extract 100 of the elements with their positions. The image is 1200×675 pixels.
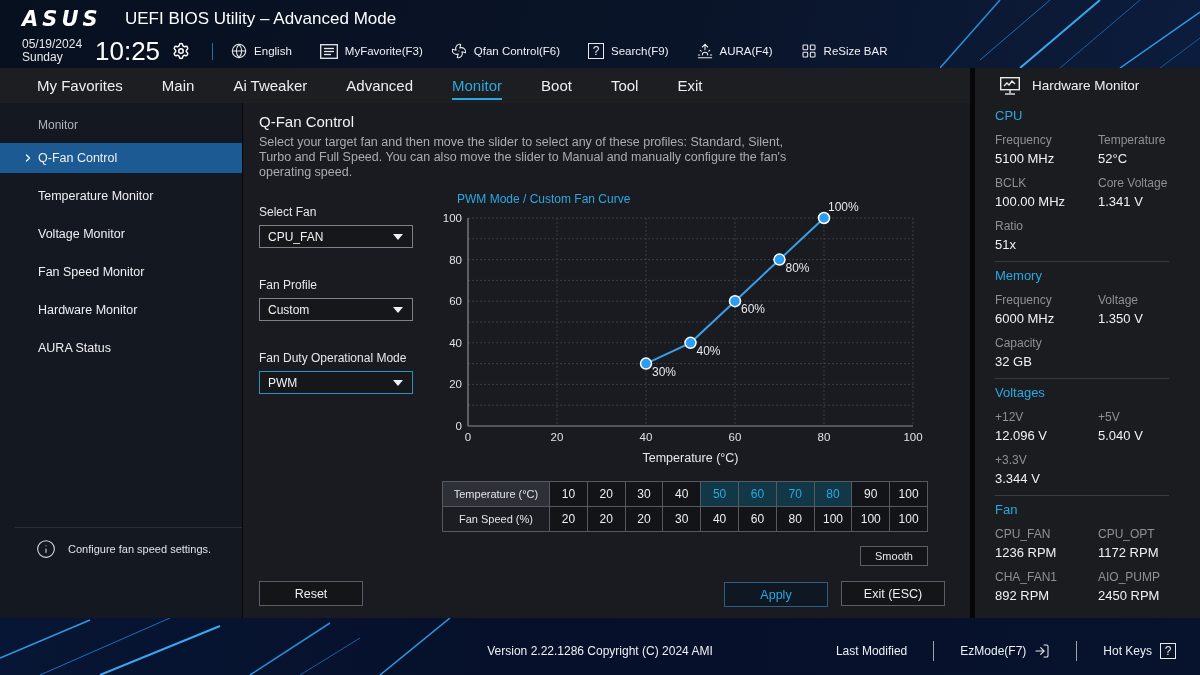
axis-tick-label: 100 [903,431,923,443]
stat-label: +3.3V [995,453,1028,467]
stat-label: Frequency [995,133,1053,147]
curve-point[interactable] [639,357,653,370]
stat-value: 1236 RPM [995,545,1058,561]
smooth-button[interactable]: Smooth [860,546,928,566]
axis-tick-label: 40 [449,336,462,349]
sidebar-item[interactable]: Voltage Monitor [0,219,242,249]
axis-title: Temperature (°C) [642,451,739,465]
axis-tick-label: 20 [550,431,564,443]
chart-title: PWM Mode / Custom Fan Curve [457,192,631,206]
field-label: Fan Duty Operational Mode [259,351,408,365]
menu-tab[interactable]: My Favorites [37,73,123,100]
sidebar-item[interactable]: AURA Status [0,333,242,363]
toolbar-button[interactable]: Qfan Control(F6) [450,43,561,59]
help-icon: ? [1160,642,1176,659]
toolbar-button[interactable]: MyFavorite(F3) [319,43,423,59]
stat-label: CPU_OPT [1098,527,1156,541]
curve-point[interactable] [728,294,742,308]
brand-logo: ASUS [22,9,100,29]
help-icon: ? [588,43,605,59]
footer-button[interactable]: Hot Keys ? [1103,642,1176,659]
table-cell: 80 [814,481,852,507]
toolbar-button[interactable]: AURA(F4) [696,43,773,59]
stat-value: 2450 RPM [1098,588,1161,604]
page-description: Select your target fan and then move the slider to select any of these profiles: Standard, Silent, Turbo and Full Speed. You can also move the slider to Manual and manually configure the fan's operating speed. [259,135,788,180]
menu-tab[interactable]: Main [161,73,195,100]
caret-icon [393,306,403,313]
dropdown[interactable]: CPU_FAN [259,225,413,248]
axis-tick-label: 0 [464,431,472,443]
curve-point[interactable] [684,336,697,350]
page-title: Q-Fan Control [259,113,356,131]
sidebar-item[interactable]: Fan Speed Monitor [0,257,242,287]
stat-value: 52°C [1098,151,1129,167]
dropdown[interactable]: Custom [259,298,413,321]
bios-title: UEFI BIOS Utility – Advanced Mode [125,9,397,29]
point-label: 40% [696,343,721,358]
field-label: Select Fan [259,205,318,219]
dropdown[interactable]: PWM [259,371,413,394]
row-header: Fan Speed (%) [442,506,550,532]
toolbar-button[interactable]: ReSize BAR [800,43,888,59]
stat-label: CHA_FAN1 [995,570,1059,584]
point-label: 60% [741,302,766,317]
clock-time: 10:25 [95,37,161,65]
apply-button[interactable]: Apply [724,582,828,607]
stat-value: 32 GB [995,354,1033,370]
sidebar-item[interactable]: Hardware Monitor [0,295,242,325]
toolbar-button[interactable]: ? Search(F9) [588,43,669,59]
help-text: Configure fan speed settings. [68,542,212,557]
table-cell: 30 [625,481,663,507]
version-text: Version 2.22.1286 Copyright (C) 2024 AMI [487,643,713,658]
curve-point[interactable] [773,253,786,266]
monitor-chart-icon [1000,76,1020,95]
stat-label: Voltage [1098,293,1140,307]
axis-tick-label: 40 [639,431,653,443]
table-cell: 70 [776,481,815,507]
grid-icon [800,43,817,59]
panel-title: Hardware Monitor [1032,78,1140,93]
menu-tab[interactable]: Monitor [452,73,503,100]
settings-icon[interactable] [172,42,191,60]
table-cell: 20 [587,481,626,507]
menu-tab[interactable]: Boot [541,73,572,100]
toolbar-button[interactable]: English [231,43,292,59]
footer-button[interactable]: Last Modified [835,643,908,658]
stat-label: Frequency [995,293,1053,307]
menu-tab[interactable]: Advanced [346,73,414,100]
table-cell: 10 [549,481,588,507]
axis-tick-label: 80 [817,431,831,443]
table-cell: 40 [662,481,701,507]
table-cell: 90 [851,481,890,507]
list-card-icon [319,43,338,59]
stat-value: 892 RPM [995,588,1051,604]
sidebar-item[interactable]: Temperature Monitor [0,181,242,211]
menu-tab[interactable]: Exit [677,73,703,100]
exit-button[interactable]: Exit (ESC) [841,581,945,606]
stat-label: +5V [1098,410,1121,424]
menu-tab[interactable]: Ai Tweaker [233,73,308,100]
globe-icon [231,43,248,59]
sunrise-icon [696,43,713,59]
curve-point[interactable] [817,211,831,225]
menu-tab[interactable]: Tool [610,73,639,100]
stat-label: AIO_PUMP [1098,570,1161,584]
reset-button[interactable]: Reset [259,581,363,606]
footer-button[interactable]: EzMode(F7) [960,642,1051,659]
axis-tick-label: 80 [449,253,462,266]
stat-value: 1.350 V [1098,311,1144,327]
stat-label: Capacity [995,336,1043,350]
date-text: 05/19/2024 [22,38,84,51]
section-title: Voltages [995,385,1046,401]
sidebar-item[interactable]: Q-Fan Control [0,143,242,173]
caret-icon [393,233,403,240]
field-label: Fan Profile [259,278,319,292]
section-title: Fan [995,502,1019,518]
stat-value: 1.341 V [1098,194,1144,210]
table-cell: 60 [738,481,777,507]
stat-label: BCLK [995,176,1028,190]
fan-icon [450,43,467,59]
stat-label: +12V [995,410,1025,424]
point-label: 30% [652,364,677,379]
stat-value: 1172 RPM [1098,545,1160,561]
